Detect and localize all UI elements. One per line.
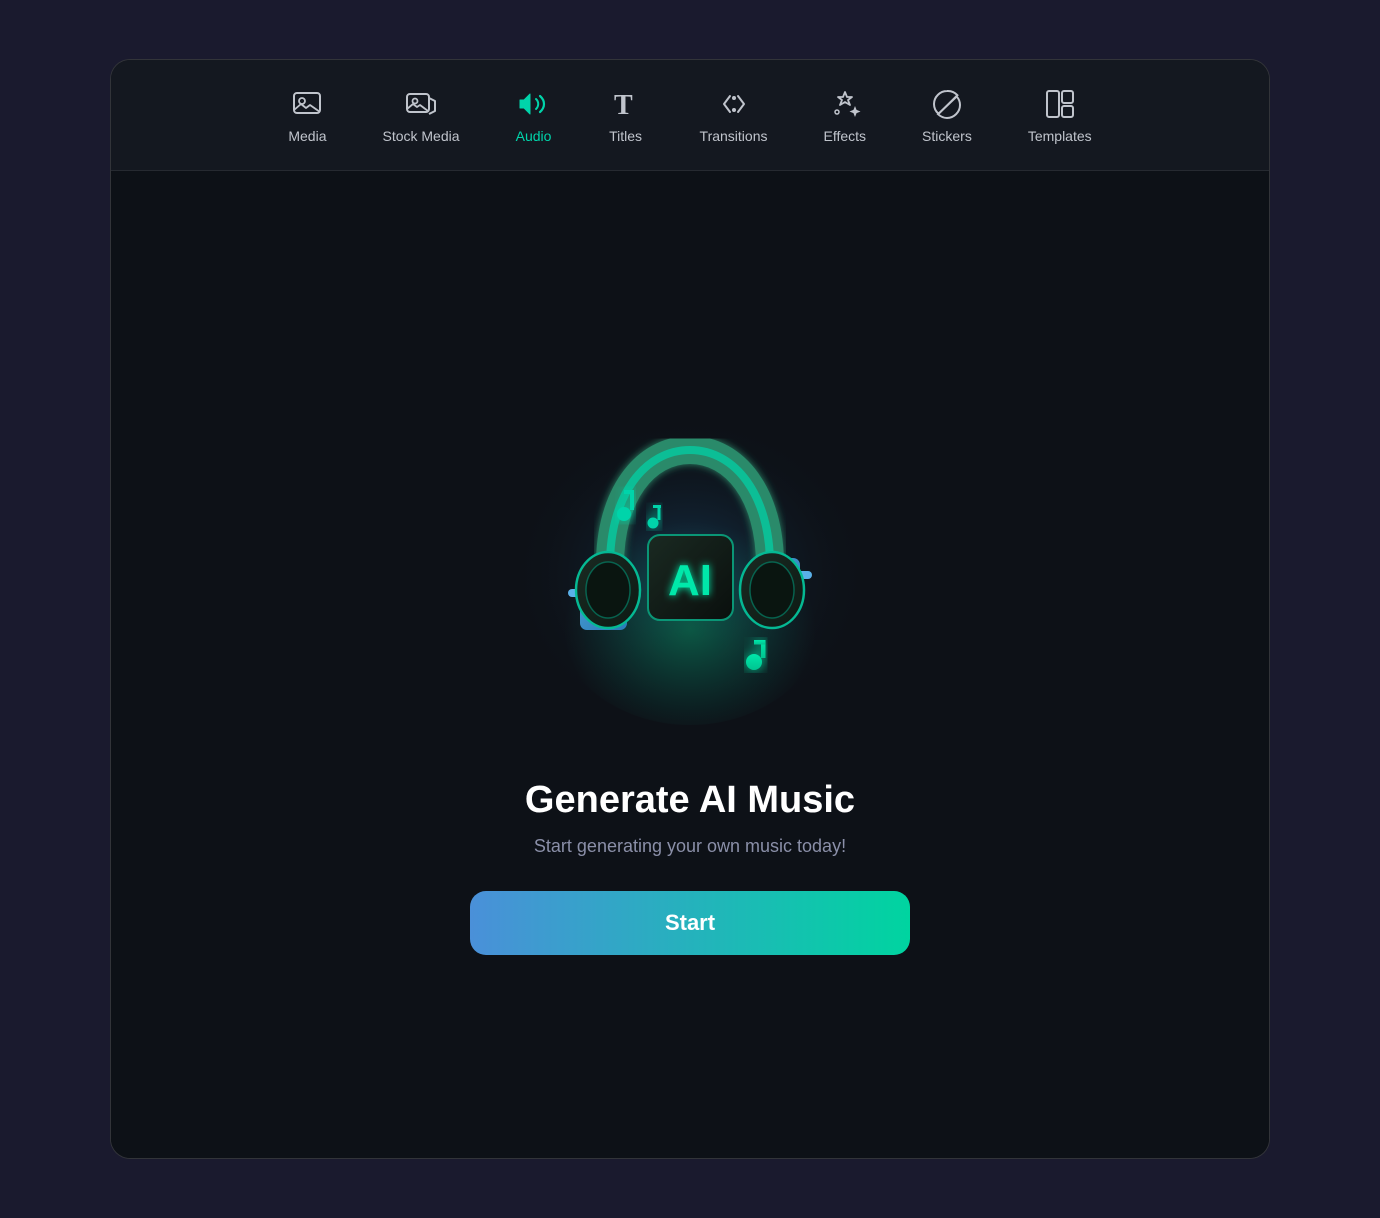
sidebar-item-effects[interactable]: Effects (795, 76, 894, 154)
transitions-label: Transitions (700, 128, 768, 144)
audio-label: Audio (516, 128, 552, 144)
sidebar-item-stickers[interactable]: Stickers (894, 76, 1000, 154)
stock-media-icon (403, 86, 439, 122)
sidebar-item-templates[interactable]: Templates (1000, 76, 1120, 154)
main-content: AI (111, 171, 1269, 1158)
effects-label: Effects (823, 128, 866, 144)
app-container: Media Stock Media (110, 59, 1270, 1159)
stock-media-label: Stock Media (382, 128, 459, 144)
templates-icon (1042, 86, 1078, 122)
sidebar-item-titles[interactable]: T Titles (580, 76, 672, 154)
toolbar: Media Stock Media (111, 60, 1269, 171)
audio-icon (516, 86, 552, 122)
sidebar-item-media[interactable]: Media (260, 76, 354, 154)
hero-title: Generate AI Music (525, 779, 855, 822)
sidebar-item-stock-media[interactable]: Stock Media (354, 76, 487, 154)
templates-label: Templates (1028, 128, 1092, 144)
stickers-icon (929, 86, 965, 122)
titles-icon: T (608, 86, 644, 122)
stickers-label: Stickers (922, 128, 972, 144)
svg-text:T: T (614, 90, 633, 120)
media-icon (289, 86, 325, 122)
titles-label: Titles (609, 128, 642, 144)
ai-illustration: AI (500, 375, 880, 755)
hero-subtitle: Start generating your own music today! (534, 836, 846, 857)
effects-icon (827, 86, 863, 122)
sidebar-item-transitions[interactable]: Transitions (672, 76, 796, 154)
svg-text:AI: AI (668, 556, 712, 605)
media-label: Media (288, 128, 326, 144)
sidebar-item-audio[interactable]: Audio (488, 76, 580, 154)
transitions-icon (716, 86, 752, 122)
start-button[interactable]: Start (470, 891, 910, 955)
